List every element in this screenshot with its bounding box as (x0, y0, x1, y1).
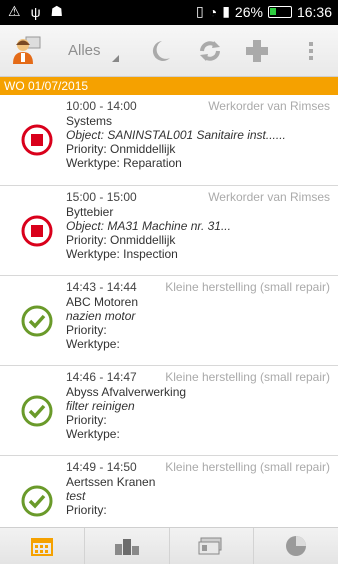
status-bar: ⚠ ψ ☗ ▯ ◔ ▮ 26% 16:36 (0, 0, 338, 25)
item-time: 10:00 - 14:00 (66, 99, 137, 113)
checkmark-icon (21, 305, 53, 337)
buildings-icon (114, 539, 139, 555)
item-worker: Kleine herstelling (small repair) (165, 460, 330, 474)
tab-statistics[interactable] (254, 528, 338, 564)
item-object: nazien motor (66, 309, 136, 323)
item-werktype: Werktype: (66, 427, 120, 441)
stop-icon (21, 124, 53, 156)
list-item[interactable]: 10:00 - 14:00 Werkorder van Rimses Syste… (0, 95, 338, 186)
bottom-tab-bar (0, 527, 338, 564)
item-priority: Priority: Onmiddellijk (66, 233, 176, 247)
item-worker: Kleine herstelling (small repair) (165, 370, 330, 384)
user-icon[interactable] (12, 35, 42, 65)
item-werktype: Werktype: Reparation (66, 156, 182, 170)
list-item[interactable]: 14:46 - 14:47 Kleine herstelling (small … (0, 366, 338, 456)
usb-icon: ψ (30, 3, 41, 20)
notification-icon: ☗ (50, 3, 64, 19)
battery-icon (267, 5, 292, 18)
item-time: 14:49 - 14:50 (66, 460, 137, 474)
clock: 16:36 (296, 3, 332, 20)
list-item[interactable]: 14:49 - 14:50 Kleine herstelling (small … (0, 456, 338, 527)
battery-percent: 26% (234, 3, 263, 20)
pie-chart-icon (286, 536, 307, 556)
item-time: 14:43 - 14:44 (66, 280, 137, 294)
more-icon[interactable] (298, 38, 324, 64)
tab-calendar[interactable] (0, 528, 85, 564)
vibrate-icon: ▯ (196, 3, 204, 19)
cards-icon (198, 537, 222, 555)
checkmark-icon (21, 395, 53, 427)
workorder-list: 10:00 - 14:00 Werkorder van Rimses Syste… (0, 95, 338, 527)
item-worker: Werkorder van Rimses (208, 190, 330, 204)
item-priority: Priority: (66, 413, 107, 427)
filter-label: Alles (68, 42, 101, 59)
signal-icon: ▮ (222, 3, 230, 19)
list-item[interactable]: 15:00 - 15:00 Werkorder van Rimses Bytte… (0, 186, 338, 276)
item-name: Systems (66, 114, 113, 128)
item-priority: Priority: (66, 323, 107, 337)
item-priority: Priority: Onmiddellijk (66, 142, 176, 156)
filter-dropdown[interactable]: Alles (68, 42, 119, 62)
item-priority: Priority: (66, 503, 107, 517)
item-werktype: Werktype: (66, 337, 120, 351)
warning-icon: ⚠ (8, 3, 21, 19)
item-name: Aertssen Kranen (66, 475, 156, 489)
item-worker: Kleine herstelling (small repair) (165, 280, 330, 294)
item-object: test (66, 489, 86, 503)
item-object: Object: SANINSTAL001 Sanitaire inst.....… (66, 128, 286, 142)
item-object: Object: MA31 Machine nr. 31... (66, 219, 231, 233)
item-worker: Werkorder van Rimses (208, 99, 330, 113)
item-werktype: Werktype: Inspection (66, 247, 178, 261)
list-item[interactable]: 14:43 - 14:44 Kleine herstelling (small … (0, 276, 338, 366)
refresh-icon[interactable] (197, 38, 223, 64)
date-header: WO 01/07/2015 (0, 77, 338, 95)
item-name: Abyss Afvalverwerking (66, 385, 187, 399)
item-time: 15:00 - 15:00 (66, 190, 137, 204)
item-object: filter reinigen (66, 399, 135, 413)
item-name: Byttebier (66, 205, 114, 219)
item-time: 14:46 - 14:47 (66, 370, 137, 384)
calendar-icon (30, 538, 53, 556)
moon-icon[interactable] (147, 38, 173, 64)
dropdown-caret-icon (112, 55, 119, 62)
tab-cards[interactable] (170, 528, 255, 564)
wifi-icon: ◔ (208, 3, 218, 20)
stop-icon (21, 215, 53, 247)
plus-icon[interactable] (244, 38, 270, 64)
checkmark-icon (21, 485, 53, 517)
toolbar: Alles (0, 25, 338, 77)
item-name: ABC Motoren (66, 295, 139, 309)
tab-buildings[interactable] (85, 528, 170, 564)
